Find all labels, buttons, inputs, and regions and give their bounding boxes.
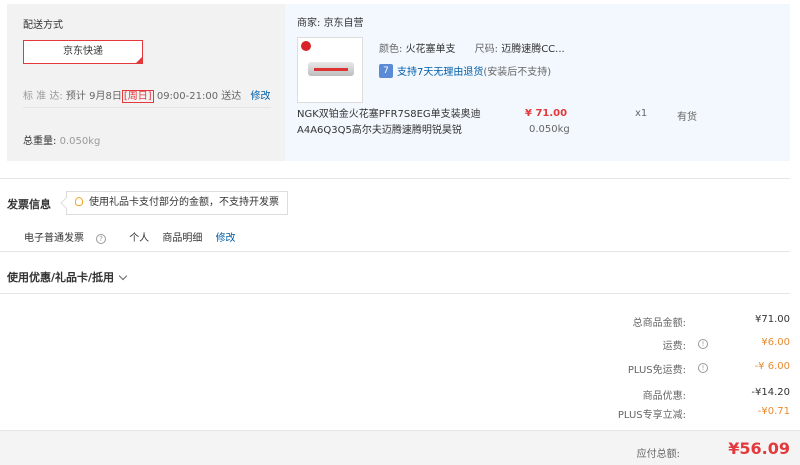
weight-label: 总重量: [23, 136, 57, 147]
summary-row-shipping: 运费: ! ¥6.00 [500, 337, 790, 353]
invoice-tip-text: 使用礼品卡支付部分的金额，不支持开发票 [89, 197, 279, 208]
order-block: 配送方式 京东快递 标 准 达: 预计 9月8日 [周日] 09:00-21:00… [7, 4, 790, 161]
color-label: 颜色: [379, 44, 403, 55]
product-panel: 商家: 京东自营 颜色: 火花塞单支 尺码: 迈腾速腾CC... 7 支持7天无… [285, 4, 790, 161]
summary-row-subtotal: 总商品金额: ¥71.00 [500, 314, 790, 330]
weight-value: 0.050kg [59, 136, 101, 147]
invoice-details: 电子普通发票? 个人 商品明细 修改 [24, 229, 246, 244]
edit-invoice-link[interactable]: 修改 [216, 233, 236, 244]
help-icon[interactable]: ? [96, 234, 106, 244]
total-label: 应付总额: [636, 449, 680, 460]
invoice-content: 商品明细 [162, 233, 203, 244]
total-bar: 应付总额: ¥56.09 [0, 430, 800, 465]
size-value: 迈腾速腾CC... [501, 44, 565, 55]
summary-row-discount: 商品优惠: -¥14.20 [500, 387, 790, 403]
delivery-info: 标 准 达: 预计 9月8日 [周日] 09:00-21:00 送达 修改 [23, 87, 270, 103]
coupon-title: 使用优惠/礼品卡/抵用 [7, 271, 115, 284]
product-attributes: 颜色: 火花塞单支 尺码: 迈腾速腾CC... [379, 40, 565, 55]
seller-name: 京东自营 [323, 18, 364, 29]
info-icon[interactable]: ! [698, 363, 708, 373]
delivery-label: 标 准 达: [23, 91, 63, 102]
checkout-page: 配送方式 京东快递 标 准 达: 预计 9月8日 [周日] 09:00-21:00… [0, 0, 800, 465]
product-image[interactable] [297, 37, 363, 103]
color-value: 火花塞单支 [405, 44, 456, 55]
summary-row-plus-discount: PLUS专享立减: -¥0.71 [500, 406, 790, 422]
summary-label: PLUS免运费: [627, 365, 686, 376]
invoice-title: 发票信息 [7, 198, 51, 211]
coupon-toggle[interactable]: 使用优惠/礼品卡/抵用 [7, 269, 128, 285]
summary-label: 商品优惠: [642, 391, 686, 402]
product-quantity: x1 [635, 108, 648, 119]
return-policy-note: (安装后不支持) [483, 67, 552, 78]
total-weight: 总重量: 0.050kg [23, 132, 100, 147]
invoice-type-label: 电子普通发票 [24, 233, 84, 244]
brand-badge-icon [301, 41, 311, 51]
delivery-date: 预计 9月8日 [65, 91, 122, 102]
shipping-method-button[interactable]: 京东快递 [23, 40, 143, 64]
product-weight: 0.050kg [529, 124, 570, 135]
invoice-holder: 个人 [129, 233, 150, 244]
invoice-type: 电子普通发票? [24, 233, 116, 244]
summary-value: -¥ 6.00 [754, 361, 790, 372]
spark-plug-stripe [314, 68, 348, 71]
summary-value: ¥71.00 [755, 314, 790, 325]
divider [23, 107, 271, 108]
seven-day-return-icon: 7 [379, 63, 393, 78]
invoice-tip: 使用礼品卡支付部分的金额，不支持开发票 [60, 191, 288, 215]
summary-label: PLUS专享立减: [617, 410, 686, 421]
divider [0, 293, 790, 294]
product-name[interactable]: NGK双铂金火花塞PFR7S8EG单支装奥迪A4A6Q3Q5高尔夫迈腾速腾明锐昊… [297, 107, 497, 139]
edit-delivery-link[interactable]: 修改 [250, 91, 270, 102]
summary-label: 总商品金额: [632, 318, 686, 329]
size-label: 尺码: [474, 44, 499, 55]
shipping-title: 配送方式 [23, 20, 63, 31]
return-policy-link[interactable]: 支持7天无理由退货 [397, 63, 483, 78]
shipping-panel: 配送方式 京东快递 标 准 达: 预计 9月8日 [周日] 09:00-21:00… [7, 4, 281, 161]
info-icon[interactable]: ! [698, 339, 708, 349]
summary-value: ¥6.00 [761, 337, 790, 348]
delivery-time: 09:00-21:00 送达 [156, 91, 242, 102]
seller-info: 商家: 京东自营 [297, 14, 364, 29]
selected-corner-icon [135, 56, 143, 64]
summary-label: 运费: [662, 341, 686, 352]
lightbulb-icon [75, 197, 83, 206]
summary-row-plus-shipping: PLUS免运费: ! -¥ 6.00 [500, 361, 790, 377]
total-value: ¥56.09 [728, 439, 790, 458]
divider [0, 178, 790, 179]
stock-status: 有货 [677, 112, 697, 123]
tooltip-arrow [60, 197, 72, 209]
divider [0, 251, 790, 252]
shipping-method-label: 京东快递 [63, 46, 103, 57]
summary-value: -¥14.20 [751, 387, 790, 398]
delivery-day: [周日] [121, 90, 154, 103]
return-promise: 7 支持7天无理由退货 (安装后不支持) [379, 63, 551, 78]
summary-value: -¥0.71 [757, 406, 790, 417]
seller-label: 商家: [297, 18, 321, 29]
chevron-down-icon [118, 271, 128, 281]
product-price: ¥ 71.00 [525, 108, 568, 119]
